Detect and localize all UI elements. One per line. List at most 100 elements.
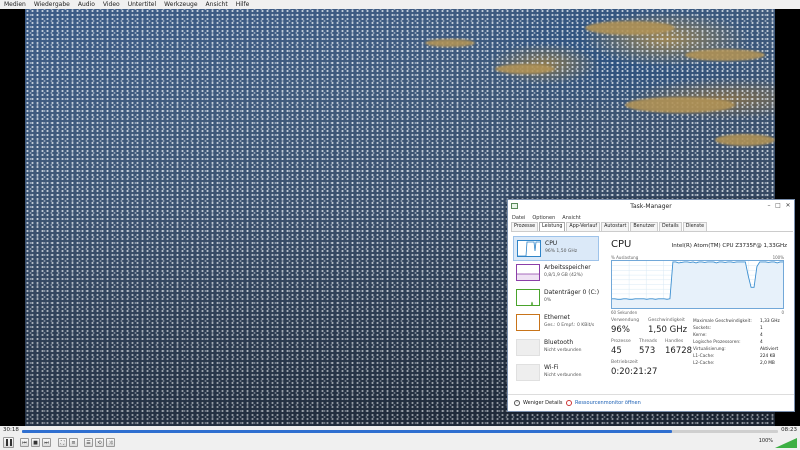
pause-icon bbox=[5, 439, 12, 446]
previous-button[interactable]: ⏮ bbox=[20, 438, 29, 447]
volume-text: 100% bbox=[758, 438, 773, 444]
resource-item-datentr-ger-0-c[interactable]: Datenträger 0 (C:) 0% bbox=[513, 286, 599, 311]
processes-value: 45 bbox=[611, 346, 622, 356]
resource-item-arbeitsspeicher[interactable]: Arbeitsspeicher 0,8/1,9 GB (42%) bbox=[513, 261, 599, 286]
maximize-button[interactable]: □ bbox=[774, 202, 782, 209]
extended-settings-button[interactable]: ≡ bbox=[69, 438, 78, 447]
tab-leistung[interactable]: Leistung bbox=[539, 222, 566, 231]
cpu-usage-area bbox=[612, 261, 783, 308]
threads-label: Threads bbox=[639, 339, 658, 344]
menu-item-untertitel[interactable]: Untertitel bbox=[124, 0, 160, 9]
menu-item-werkzeuge[interactable]: Werkzeuge bbox=[160, 0, 201, 9]
detail-label: Sockets: bbox=[693, 326, 712, 331]
menu-item-audio[interactable]: Audio bbox=[74, 0, 99, 9]
player-menubar: Medien Wiedergabe Audio Video Untertitel Werk… bbox=[0, 0, 800, 9]
tab-benutzer[interactable]: Benutzer bbox=[630, 222, 659, 231]
menu-item-medien[interactable]: Medien bbox=[0, 0, 30, 9]
tab-dienste[interactable]: Dienste bbox=[682, 222, 708, 231]
tab-app-verlauf[interactable]: App-Verlauf bbox=[566, 222, 601, 231]
resource-monitor-link[interactable]: Ressourcenmonitor öffnen bbox=[566, 400, 641, 406]
handles-value: 16728 bbox=[665, 346, 693, 356]
performance-tab-body: CPU 96% 1,50 GHz Arbeitsspeicher 0,8/1,9 GB… bbox=[511, 231, 793, 394]
tm-menu-optionen[interactable]: Optionen bbox=[528, 215, 558, 221]
task-manager-titlebar[interactable]: Task-Manager – □ ✕ bbox=[508, 200, 794, 213]
tm-menu-datei[interactable]: Datei bbox=[508, 215, 528, 221]
resource-subtitle: 0,8/1,9 GB (42%) bbox=[544, 273, 583, 278]
playlist-button[interactable]: ☰ bbox=[84, 438, 93, 447]
handles-label: Handles bbox=[665, 339, 684, 344]
uptime-value: 0:20:21:27 bbox=[611, 367, 658, 377]
loop-icon: ⟲ bbox=[97, 439, 102, 446]
resource-item-wi-fi[interactable]: Wi-Fi Nicht verbunden bbox=[513, 361, 599, 386]
detail-label: L2-Cache: bbox=[693, 361, 715, 366]
disk-mini-graph bbox=[530, 301, 534, 305]
seek-slider[interactable] bbox=[22, 430, 778, 433]
next-button[interactable]: ⏭ bbox=[42, 438, 51, 447]
resource-thumbnail bbox=[517, 240, 541, 257]
resource-subtitle: 0% bbox=[544, 298, 552, 303]
minimize-button[interactable]: – bbox=[765, 202, 773, 209]
menu-item-hilfe[interactable]: Hilfe bbox=[232, 0, 254, 9]
cpu-detail-panel: CPU Intel(R) Atom(TM) CPU Z3735F@ 1,33GH… bbox=[611, 236, 787, 394]
volume-slider[interactable] bbox=[775, 438, 797, 448]
resource-title: Ethernet bbox=[544, 314, 570, 321]
graph-min-label: 0 bbox=[781, 310, 784, 315]
tab-prozesse[interactable]: Prozesse bbox=[511, 222, 539, 231]
resource-subtitle: Ges.: 0 Empf.: 0 KBit/s bbox=[544, 323, 595, 328]
resource-title: Datenträger 0 (C:) bbox=[544, 289, 600, 296]
pause-button[interactable] bbox=[3, 437, 14, 448]
tm-menu-ansicht[interactable]: Ansicht bbox=[558, 215, 583, 221]
ethernet-mini-graph bbox=[517, 315, 540, 331]
detail-label: Maximale Geschwindigkeit: bbox=[693, 319, 752, 324]
fewer-details-button[interactable]: ˄ Weniger Details bbox=[514, 400, 563, 406]
shuffle-icon: ⤨ bbox=[108, 439, 113, 446]
processes-label: Prozesse bbox=[611, 339, 631, 344]
speed-value: 1,50 GHz bbox=[648, 325, 688, 335]
detail-value: Aktiviert bbox=[760, 347, 779, 352]
memory-mini-graph bbox=[517, 273, 539, 280]
tab-autostart[interactable]: Autostart bbox=[601, 222, 630, 231]
player-controls: ⏮ ■ ⏭ ⛶ ≡ ☰ ⟲ ⤨ 100% bbox=[0, 436, 800, 450]
detail-value: 1 bbox=[760, 326, 763, 331]
seek-bar-row: 30:18 08:23 bbox=[0, 426, 800, 436]
resource-thumbnail bbox=[516, 289, 540, 306]
resource-monitor-label: Ressourcenmonitor öffnen bbox=[575, 400, 641, 406]
resource-list: CPU 96% 1,50 GHz Arbeitsspeicher 0,8/1,9 GB… bbox=[513, 236, 599, 386]
menu-item-video[interactable]: Video bbox=[99, 0, 124, 9]
fullscreen-button[interactable]: ⛶ bbox=[58, 438, 67, 447]
video-content bbox=[715, 134, 775, 146]
detail-value: 224 KB bbox=[760, 354, 776, 359]
tab-details[interactable]: Details bbox=[659, 222, 682, 231]
resource-item-ethernet[interactable]: Ethernet Ges.: 0 Empf.: 0 KBit/s bbox=[513, 311, 599, 336]
next-icon: ⏭ bbox=[44, 439, 49, 446]
time-total: 08:23 bbox=[781, 427, 797, 433]
detail-value: 2,0 MB bbox=[760, 361, 775, 366]
shuffle-button[interactable]: ⤨ bbox=[106, 438, 115, 447]
usage-label: Verwendung bbox=[611, 318, 640, 323]
resource-subtitle: 96% 1,50 GHz bbox=[545, 249, 578, 254]
video-content bbox=[495, 64, 555, 74]
resource-item-cpu[interactable]: CPU 96% 1,50 GHz bbox=[513, 236, 599, 261]
resource-subtitle: Nicht verbunden bbox=[544, 348, 582, 353]
previous-icon: ⏮ bbox=[22, 439, 27, 446]
cpu-model: Intel(R) Atom(TM) CPU Z3735F@ 1,33GHz bbox=[671, 243, 787, 249]
cpu-usage-graph bbox=[611, 260, 784, 309]
detail-value: 4 bbox=[760, 340, 763, 345]
video-content bbox=[425, 39, 475, 47]
resource-thumbnail bbox=[516, 314, 540, 331]
window-title: Task-Manager bbox=[630, 203, 672, 210]
resource-item-bluetooth[interactable]: Bluetooth Nicht verbunden bbox=[513, 336, 599, 361]
fullscreen-icon: ⛶ bbox=[60, 439, 65, 446]
uptime-label: Betriebszeit bbox=[611, 360, 638, 365]
usage-value: 96% bbox=[611, 325, 630, 335]
detail-label: L1-Cache: bbox=[693, 354, 715, 359]
loop-button[interactable]: ⟲ bbox=[95, 438, 104, 447]
task-manager-footer: ˄ Weniger Details Ressourcenmonitor öffn… bbox=[508, 394, 794, 411]
close-button[interactable]: ✕ bbox=[784, 202, 792, 209]
fewer-details-label: Weniger Details bbox=[523, 400, 563, 406]
resource-subtitle: Nicht verbunden bbox=[544, 373, 582, 378]
menu-item-ansicht[interactable]: Ansicht bbox=[202, 0, 232, 9]
menu-item-wiedergabe[interactable]: Wiedergabe bbox=[30, 0, 74, 9]
resource-thumbnail bbox=[516, 339, 540, 356]
stop-button[interactable]: ■ bbox=[31, 438, 40, 447]
